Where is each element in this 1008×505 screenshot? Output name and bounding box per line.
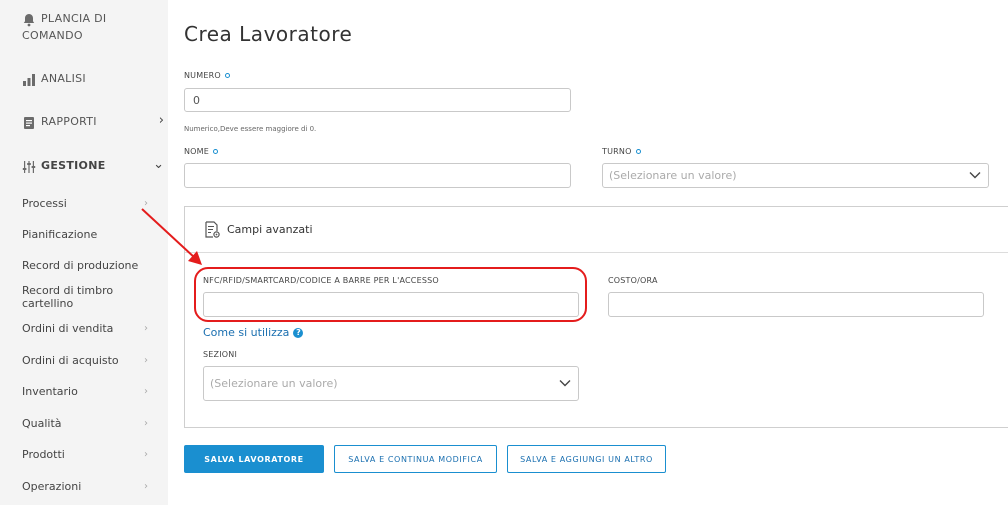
sezioni-label: SEZIONI bbox=[203, 350, 238, 359]
annotation-highlight bbox=[194, 267, 587, 322]
chevron-down-icon: ⌄ bbox=[153, 157, 164, 172]
report-icon bbox=[22, 115, 36, 129]
sidebar-item-record-di-timbro-cartellino[interactable]: Record di timbro cartellino bbox=[22, 284, 162, 310]
nome-field[interactable] bbox=[184, 163, 571, 188]
nav-label: ANALISI bbox=[41, 72, 86, 85]
save-add-another-button[interactable]: SALVA E AGGIUNGI UN ALTRO bbox=[507, 445, 666, 473]
sidebar-item-inventario[interactable]: Inventario › bbox=[22, 381, 162, 401]
sezioni-placeholder: (Selezionare un valore) bbox=[210, 377, 338, 390]
numero-hint: Numerico,Deve essere maggiore di 0. bbox=[184, 125, 317, 133]
sidebar-item-ordini-di-acquisto[interactable]: Ordini di acquisto › bbox=[22, 350, 162, 370]
page-title: Crea Lavoratore bbox=[184, 22, 353, 46]
help-link-label: Come si utilizza bbox=[203, 326, 290, 339]
numero-label: NUMERO bbox=[184, 71, 230, 80]
help-link[interactable]: Come si utilizza ? bbox=[203, 326, 304, 339]
sezioni-select[interactable]: (Selezionare un valore) bbox=[203, 366, 579, 401]
turno-select[interactable]: (Selezionare un valore) bbox=[602, 163, 989, 188]
sidebar-item-label: Processi bbox=[22, 196, 67, 210]
chevron-right-icon: › bbox=[144, 322, 148, 334]
nav-rapporti[interactable]: RAPPORTI › bbox=[22, 113, 164, 130]
chevron-down-icon bbox=[969, 169, 981, 182]
annotation-arrow-icon bbox=[141, 208, 202, 265]
required-dot-icon bbox=[224, 73, 230, 78]
chevron-right-icon: › bbox=[144, 417, 148, 429]
sidebar-item-label: Record di timbro cartellino bbox=[22, 284, 114, 310]
sidebar-item-label: Prodotti bbox=[22, 447, 65, 461]
bar-chart-icon bbox=[22, 72, 36, 86]
nav-analisi[interactable]: ANALISI bbox=[22, 70, 86, 87]
bell-icon bbox=[22, 12, 36, 27]
nav-label: PLANCIA DI bbox=[41, 12, 107, 25]
sidebar-item-label: Record di produzione bbox=[22, 258, 139, 272]
sidebar-item-ordini-di-vendita[interactable]: Ordini di vendita › bbox=[22, 318, 162, 338]
sidebar-item-label: Qualità bbox=[22, 416, 62, 430]
advanced-fields-header[interactable]: Campi avanzati bbox=[185, 207, 1008, 253]
sidebar-item-label: Ordini di acquisto bbox=[22, 353, 119, 367]
nav-label-line2: COMANDO bbox=[22, 29, 83, 42]
turno-label: TURNO bbox=[602, 147, 641, 156]
chevron-right-icon: › bbox=[158, 113, 164, 128]
sidebar-item-label: Operazioni bbox=[22, 479, 82, 493]
sidebar-item-prodotti[interactable]: Prodotti › bbox=[22, 444, 162, 464]
nome-label: NOME bbox=[184, 147, 219, 156]
costo-label: COSTO/ORA bbox=[608, 276, 658, 285]
turno-placeholder: (Selezionare un valore) bbox=[609, 169, 737, 182]
sidebar-item-operazioni[interactable]: Operazioni › bbox=[22, 476, 162, 496]
costo-field[interactable] bbox=[608, 292, 984, 317]
chevron-down-icon bbox=[559, 377, 571, 390]
nav-gestione[interactable]: GESTIONE ⌄ bbox=[22, 157, 164, 174]
chevron-right-icon: › bbox=[144, 448, 148, 460]
chevron-right-icon: › bbox=[144, 480, 148, 492]
required-dot-icon bbox=[635, 149, 641, 154]
sidebar-item-qualita[interactable]: Qualità › bbox=[22, 413, 162, 433]
sidebar-item-label: Pianificazione bbox=[22, 227, 98, 241]
nav-plancia-di-comando[interactable]: PLANCIA DI COMANDO bbox=[22, 10, 106, 44]
advanced-fields-title: Campi avanzati bbox=[227, 223, 313, 236]
chevron-right-icon: › bbox=[144, 385, 148, 397]
sliders-icon bbox=[22, 159, 36, 173]
required-dot-icon bbox=[213, 149, 219, 154]
numero-field[interactable]: 0 bbox=[184, 88, 571, 112]
help-icon: ? bbox=[293, 327, 304, 338]
nav-label: GESTIONE bbox=[41, 159, 106, 172]
chevron-right-icon: › bbox=[144, 354, 148, 366]
sidebar-item-label: Ordini di vendita bbox=[22, 321, 114, 335]
sidebar-item-label: Inventario bbox=[22, 384, 78, 398]
save-button[interactable]: SALVA LAVORATORE bbox=[184, 445, 324, 473]
nav-label: RAPPORTI bbox=[41, 115, 97, 128]
save-continue-button[interactable]: SALVA E CONTINUA MODIFICA bbox=[334, 445, 497, 473]
